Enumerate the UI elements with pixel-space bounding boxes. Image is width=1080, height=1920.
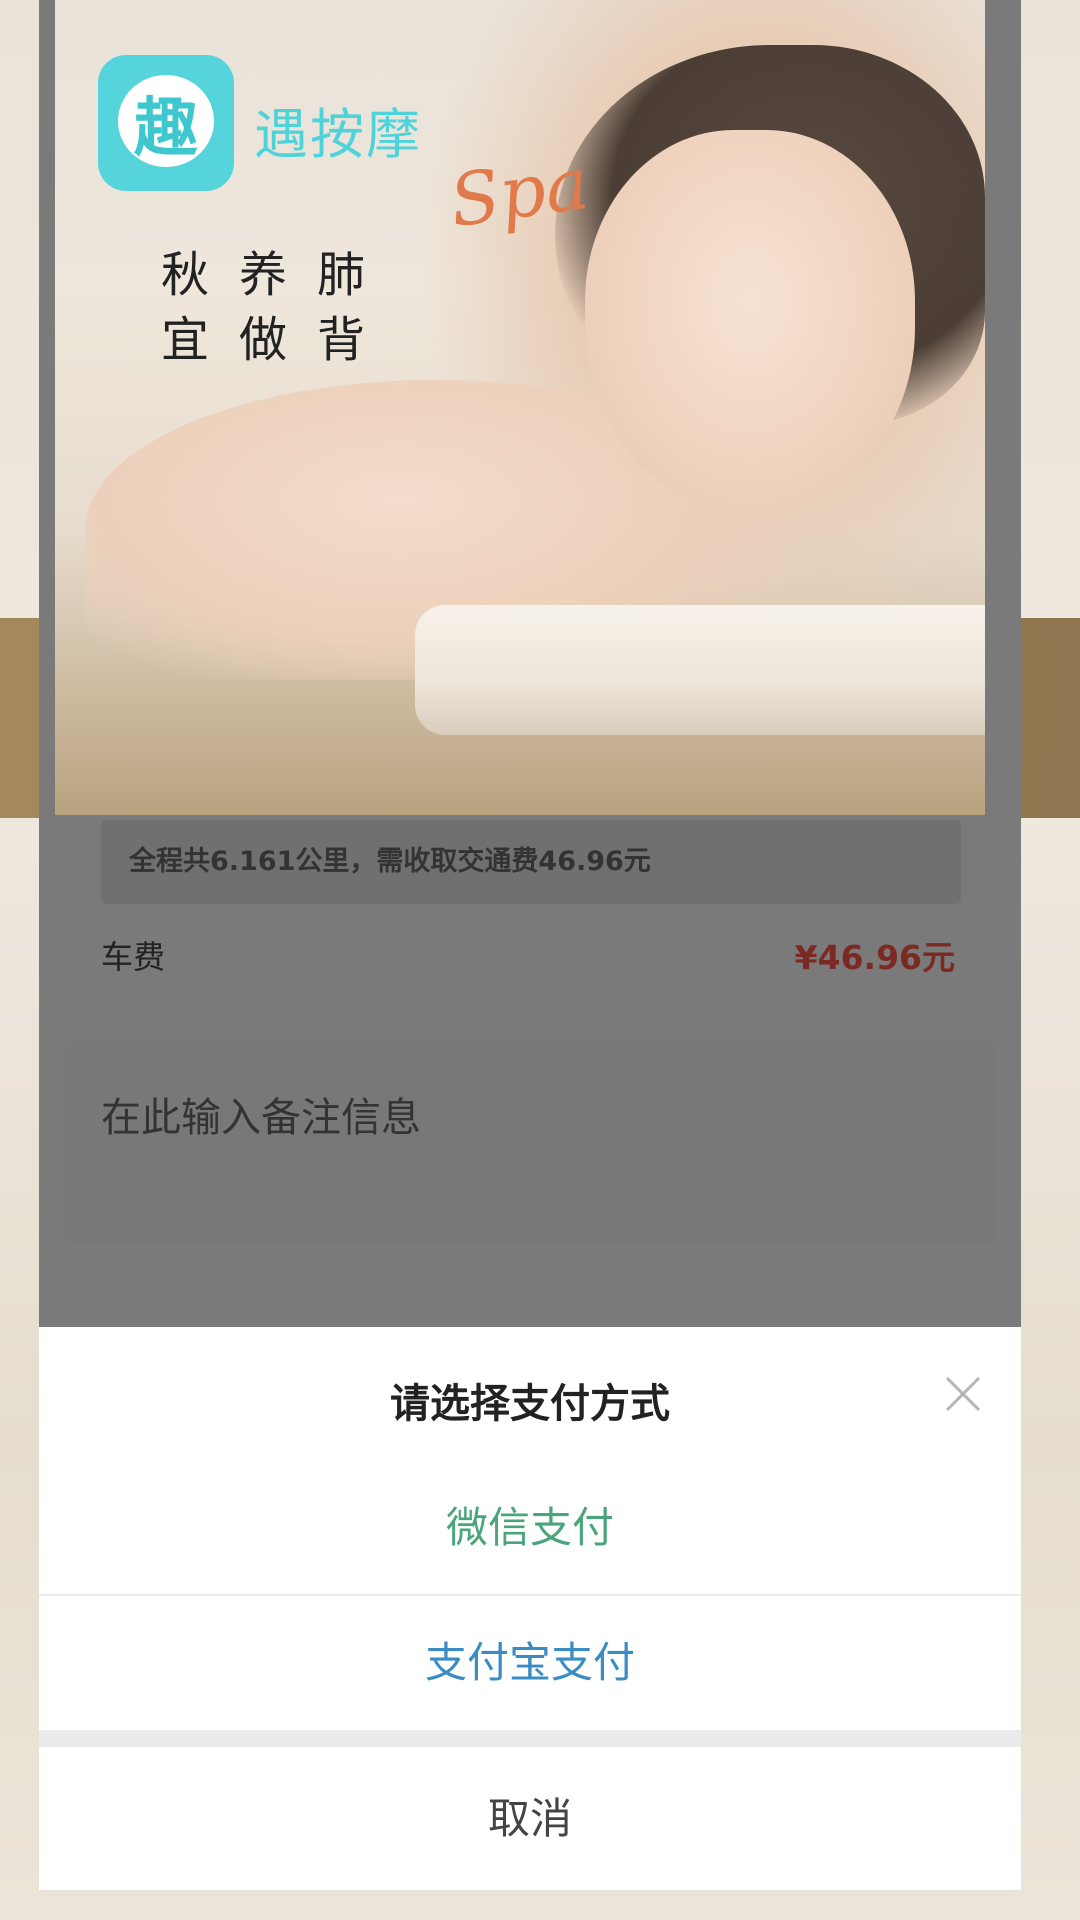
fee-row: 车费 ¥46.96元 <box>101 930 961 980</box>
remark-placeholder: 在此输入备注信息 <box>101 1095 421 1141</box>
app-panel: 趣 遇按摩 Spa 秋养肺 宜做背 全程共6.161公里，需收取交通费46.96… <box>39 0 1021 1890</box>
banner-photo-towel <box>415 605 985 735</box>
payment-sheet-header: 请选择支付方式 <box>39 1327 1021 1462</box>
payment-sheet-title: 请选择支付方式 <box>390 1381 670 1427</box>
app-logo: 趣 <box>98 55 234 191</box>
logo-glyph: 趣 <box>134 92 198 166</box>
alipay-option[interactable]: 支付宝支付 <box>39 1596 1021 1730</box>
close-icon[interactable] <box>943 1374 983 1414</box>
distance-notice: 全程共6.161公里，需收取交通费46.96元 <box>101 820 961 904</box>
wechat-pay-option[interactable]: 微信支付 <box>39 1462 1021 1594</box>
banner-photo-face <box>585 130 915 510</box>
cancel-button[interactable]: 取消 <box>39 1747 1021 1890</box>
brand-name: 遇按摩 <box>254 103 422 166</box>
fee-label: 车费 <box>101 938 166 976</box>
remark-input[interactable]: 在此输入备注信息 <box>64 1040 996 1245</box>
slogan-line-2: 宜做背 <box>161 312 396 368</box>
promo-banner[interactable]: 趣 遇按摩 Spa 秋养肺 宜做背 <box>55 0 985 815</box>
payment-sheet: 请选择支付方式 微信支付 支付宝支付 取消 <box>39 1327 1021 1890</box>
fee-value: ¥46.96元 <box>794 938 955 977</box>
slogan-line-1: 秋养肺 <box>161 247 396 303</box>
